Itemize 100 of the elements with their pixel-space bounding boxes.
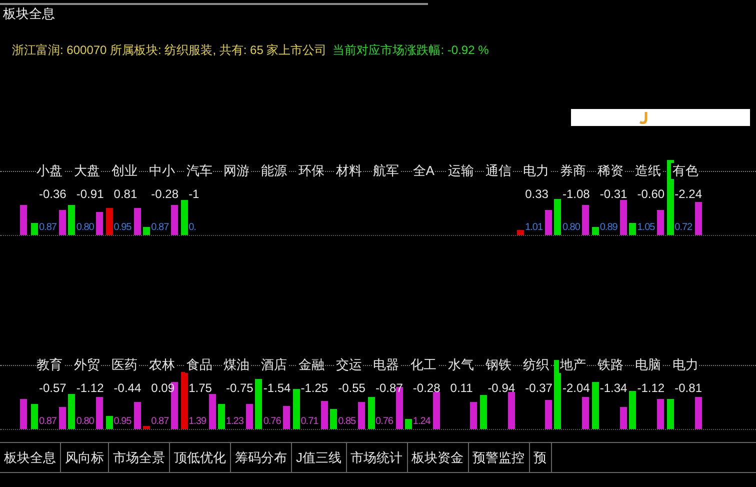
- window-title: 板块全息: [3, 5, 55, 22]
- sector-label: 大盘: [73, 163, 102, 179]
- stock-info: 浙江富润: 600070 所属板块: 纺织服装, 共有: 65 家上市公司: [12, 42, 327, 58]
- ratio-value: 1.05: [637, 222, 655, 234]
- ratio-bar: [508, 392, 515, 429]
- change-value: -0.31: [600, 187, 628, 201]
- sector-label: 外贸: [73, 357, 102, 373]
- sector-label: 铁路: [596, 357, 625, 373]
- ratio-bar: [432, 392, 440, 429]
- change-value: 0.81: [114, 187, 138, 201]
- ratio-bar: [657, 210, 664, 235]
- sector-label: 航军: [372, 163, 400, 179]
- change-value: -0.28: [151, 187, 179, 201]
- ratio-bar: [620, 407, 627, 429]
- change-value: -0.87: [376, 381, 403, 395]
- ratio-bar: [320, 401, 328, 429]
- volume-bar: [20, 205, 27, 235]
- change-value: -1.08: [562, 187, 590, 201]
- ratio-bar: [470, 402, 478, 429]
- ratio-bar: [545, 400, 552, 429]
- sector-label: 农林: [148, 357, 176, 373]
- ratio-value: 0.87: [151, 222, 169, 234]
- sector-label: 能源: [260, 163, 288, 179]
- change-value: -0.55: [338, 381, 366, 395]
- sector-label: 纺织: [522, 357, 550, 373]
- change-value: -0.44: [114, 381, 142, 395]
- change-value: -0.75: [226, 381, 254, 395]
- ratio-bar: [134, 402, 141, 429]
- change-value: -2.24: [674, 187, 702, 201]
- ratio-bar: [582, 205, 590, 235]
- ratio-value: 0.80: [562, 222, 580, 234]
- ratio-bar: [582, 397, 590, 429]
- sector-label: 金融: [297, 357, 326, 373]
- sector-label: 券商: [559, 163, 588, 179]
- change-value: -0.94: [488, 381, 516, 395]
- sector-label: 稀资: [596, 163, 625, 179]
- sector-label: 交运: [334, 357, 363, 373]
- sector-label: 电器: [372, 357, 400, 373]
- change-value: -1.25: [300, 381, 328, 395]
- sector-label: 钢铁: [484, 357, 512, 373]
- change-value: -1.54: [263, 381, 291, 395]
- sector-label: 化工: [410, 357, 438, 373]
- ratio-bar: [171, 205, 178, 235]
- ratio-value: 1.39: [188, 416, 206, 428]
- sector-label: 水气: [446, 357, 475, 373]
- ratio-value: 1.24: [412, 416, 430, 428]
- ratio-bar: [657, 399, 664, 429]
- ratio-value: 1.23: [226, 416, 244, 428]
- ratio-bar: [694, 202, 702, 235]
- ratio-bar: [208, 394, 216, 429]
- sector-label: 食品: [185, 357, 214, 373]
- ratio-bar: [620, 200, 627, 235]
- sector-label: 创业: [110, 163, 138, 179]
- ratio-bar: [545, 210, 552, 235]
- ratio-value: 0.76: [263, 416, 281, 428]
- market-change: 当前对应市场涨跌幅: -0.92 %: [332, 42, 489, 58]
- volume-bar: [20, 399, 27, 429]
- ratio-value: 0.95: [114, 222, 132, 234]
- change-value: -1.12: [637, 381, 665, 395]
- sector-label: 汽车: [185, 163, 214, 179]
- sector-label: 中小: [148, 163, 176, 179]
- sector-label: 材料: [334, 163, 363, 179]
- change-value: -0.37: [525, 381, 552, 395]
- ratio-value: 0.80: [76, 416, 94, 428]
- sector-label: 电力: [522, 163, 550, 179]
- sector-label: 地产: [559, 357, 588, 373]
- ratio-value: 1.01: [525, 222, 543, 234]
- ratio-bar: [246, 404, 253, 429]
- change-value: 1.75: [188, 381, 212, 395]
- ratio-value: 0.87: [151, 416, 169, 428]
- sector-label: 酒店: [260, 357, 288, 373]
- ratio-bar: [134, 208, 141, 235]
- change-value: -1.12: [76, 381, 104, 395]
- sector-label: 煤油: [222, 357, 251, 373]
- change-value: 0.33: [525, 187, 548, 201]
- sector-label: 环保: [297, 163, 326, 179]
- ratio-value: 0.72: [674, 222, 692, 234]
- sector-label: 网游: [222, 163, 251, 179]
- curve-icon: [639, 112, 648, 124]
- change-value: -0.57: [39, 381, 66, 395]
- sector-label: 医药: [110, 357, 138, 373]
- ratio-bar: [59, 407, 66, 429]
- sector-label: 电力: [671, 357, 700, 373]
- sector-label: 有色: [671, 163, 700, 179]
- change-value: -0.60: [637, 187, 665, 201]
- sector-label: 运输: [446, 163, 475, 179]
- change-value: -2.04: [562, 381, 590, 395]
- ratio-bar: [59, 210, 66, 235]
- ratio-value: 0.95: [114, 416, 132, 428]
- ratio-bar: [96, 397, 104, 429]
- ratio-bar: [96, 212, 104, 235]
- change-value: -1.34: [600, 381, 628, 395]
- ratio-bar: [358, 402, 366, 429]
- change-value: -0.28: [412, 381, 440, 395]
- ratio-value: 0.89: [600, 222, 618, 234]
- ratio-value: 0.80: [76, 222, 94, 234]
- ratio-value: 0.85: [338, 416, 356, 428]
- ratio-value: 0.87: [39, 222, 56, 234]
- sector-label: 通信: [484, 163, 512, 179]
- ratio-value: 0.87: [39, 416, 56, 428]
